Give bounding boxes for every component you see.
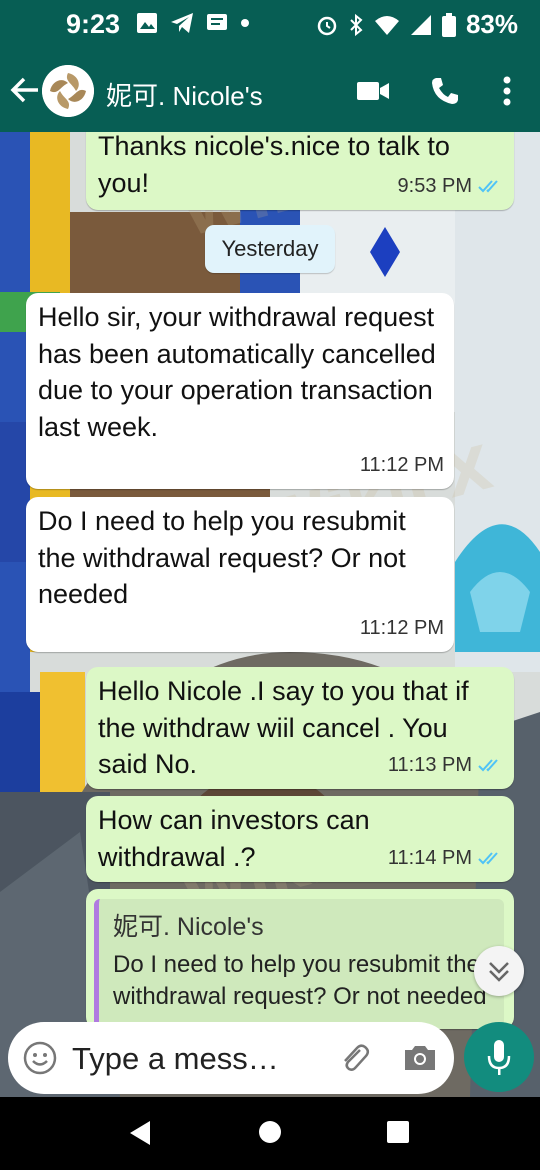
message-icon [207, 14, 227, 30]
message-bubble-outgoing[interactable]: Thanks nicole's.nice to talk to you! 9:5… [86, 132, 514, 210]
scroll-down-button[interactable] [474, 946, 524, 996]
message-text: Hello sir, your withdrawal request has b… [38, 302, 436, 442]
read-ticks-icon [478, 759, 498, 772]
notification-icons [136, 12, 250, 34]
nav-recents-icon[interactable] [386, 1120, 410, 1144]
avatar-logo-icon [42, 65, 94, 117]
chat-header: 妮可. Nicole's [0, 50, 540, 132]
message-meta: 11:14 PM [388, 840, 504, 877]
read-ticks-icon [478, 852, 498, 865]
avatar[interactable] [42, 65, 94, 117]
message-bubble-outgoing-reply[interactable]: 妮可. Nicole's Do I need to help you resub… [86, 889, 514, 1029]
message-bubble-incoming[interactable]: Hello sir, your withdrawal request has b… [26, 293, 454, 489]
attach-icon[interactable] [336, 1040, 372, 1076]
bluetooth-icon [350, 13, 363, 36]
message-text: Do I need to help you resubmit the withd… [38, 506, 406, 609]
scroll-down-icon [489, 962, 509, 982]
system-nav-bar [0, 1098, 540, 1170]
back-arrow-icon[interactable] [10, 75, 40, 105]
message-time: 9:53 PM [397, 174, 472, 197]
message-input[interactable] [70, 1034, 304, 1084]
mic-icon [487, 1040, 511, 1075]
quoted-message[interactable]: 妮可. Nicole's Do I need to help you resub… [94, 899, 504, 1029]
system-icons: 83% [316, 9, 518, 40]
video-call-icon[interactable] [356, 76, 390, 106]
message-meta: 11:12 PM [360, 610, 444, 647]
more-icon[interactable] [490, 76, 524, 106]
message-time: 11:14 PM [387, 846, 472, 869]
message-time: 11:13 PM [387, 753, 472, 776]
quoted-text: Do I need to help you resubmit the withd… [113, 951, 487, 1010]
alarm-icon [317, 16, 337, 35]
nav-home-icon[interactable] [258, 1120, 282, 1144]
date-separator: Yesterday [205, 225, 335, 273]
status-time: 9:23 [66, 9, 121, 39]
message-meta: 11:13 PM [388, 747, 504, 784]
wifi-icon [374, 15, 399, 35]
status-bar: 9:23 83% [0, 0, 540, 50]
battery-icon [441, 12, 456, 37]
message-bubble-incoming[interactable]: Do I need to help you resubmit the withd… [26, 497, 454, 652]
chat-area[interactable]: WikiFX WikiFX WikiFX Thanks nicole's.nic… [0, 132, 540, 1097]
battery-percent: 83% [465, 9, 518, 39]
read-ticks-icon [478, 180, 498, 193]
nav-back-icon[interactable] [128, 1120, 152, 1146]
message-bubble-outgoing[interactable]: Hello Nicole .I say to you that if the w… [86, 667, 514, 789]
phone-icon[interactable] [428, 76, 462, 106]
emoji-icon[interactable] [22, 1040, 58, 1076]
mic-button[interactable] [464, 1022, 534, 1092]
message-meta: 9:53 PM [398, 168, 504, 205]
quoted-sender: 妮可. Nicole's [113, 913, 264, 941]
contact-name[interactable]: 妮可. Nicole's [106, 76, 263, 113]
signal-icon [410, 14, 431, 35]
gallery-icon [137, 13, 157, 33]
message-text: How can investors can withdrawal .? [98, 805, 370, 872]
message-time: 11:12 PM [359, 616, 444, 639]
message-composer [8, 1022, 454, 1094]
telegram-icon [171, 13, 193, 33]
dot-icon [241, 19, 249, 27]
message-time: 11:12 PM [359, 453, 444, 476]
message-meta: 11:12 PM [360, 447, 444, 484]
camera-icon[interactable] [402, 1040, 438, 1076]
message-bubble-outgoing[interactable]: How can investors can withdrawal .? 11:1… [86, 796, 514, 882]
